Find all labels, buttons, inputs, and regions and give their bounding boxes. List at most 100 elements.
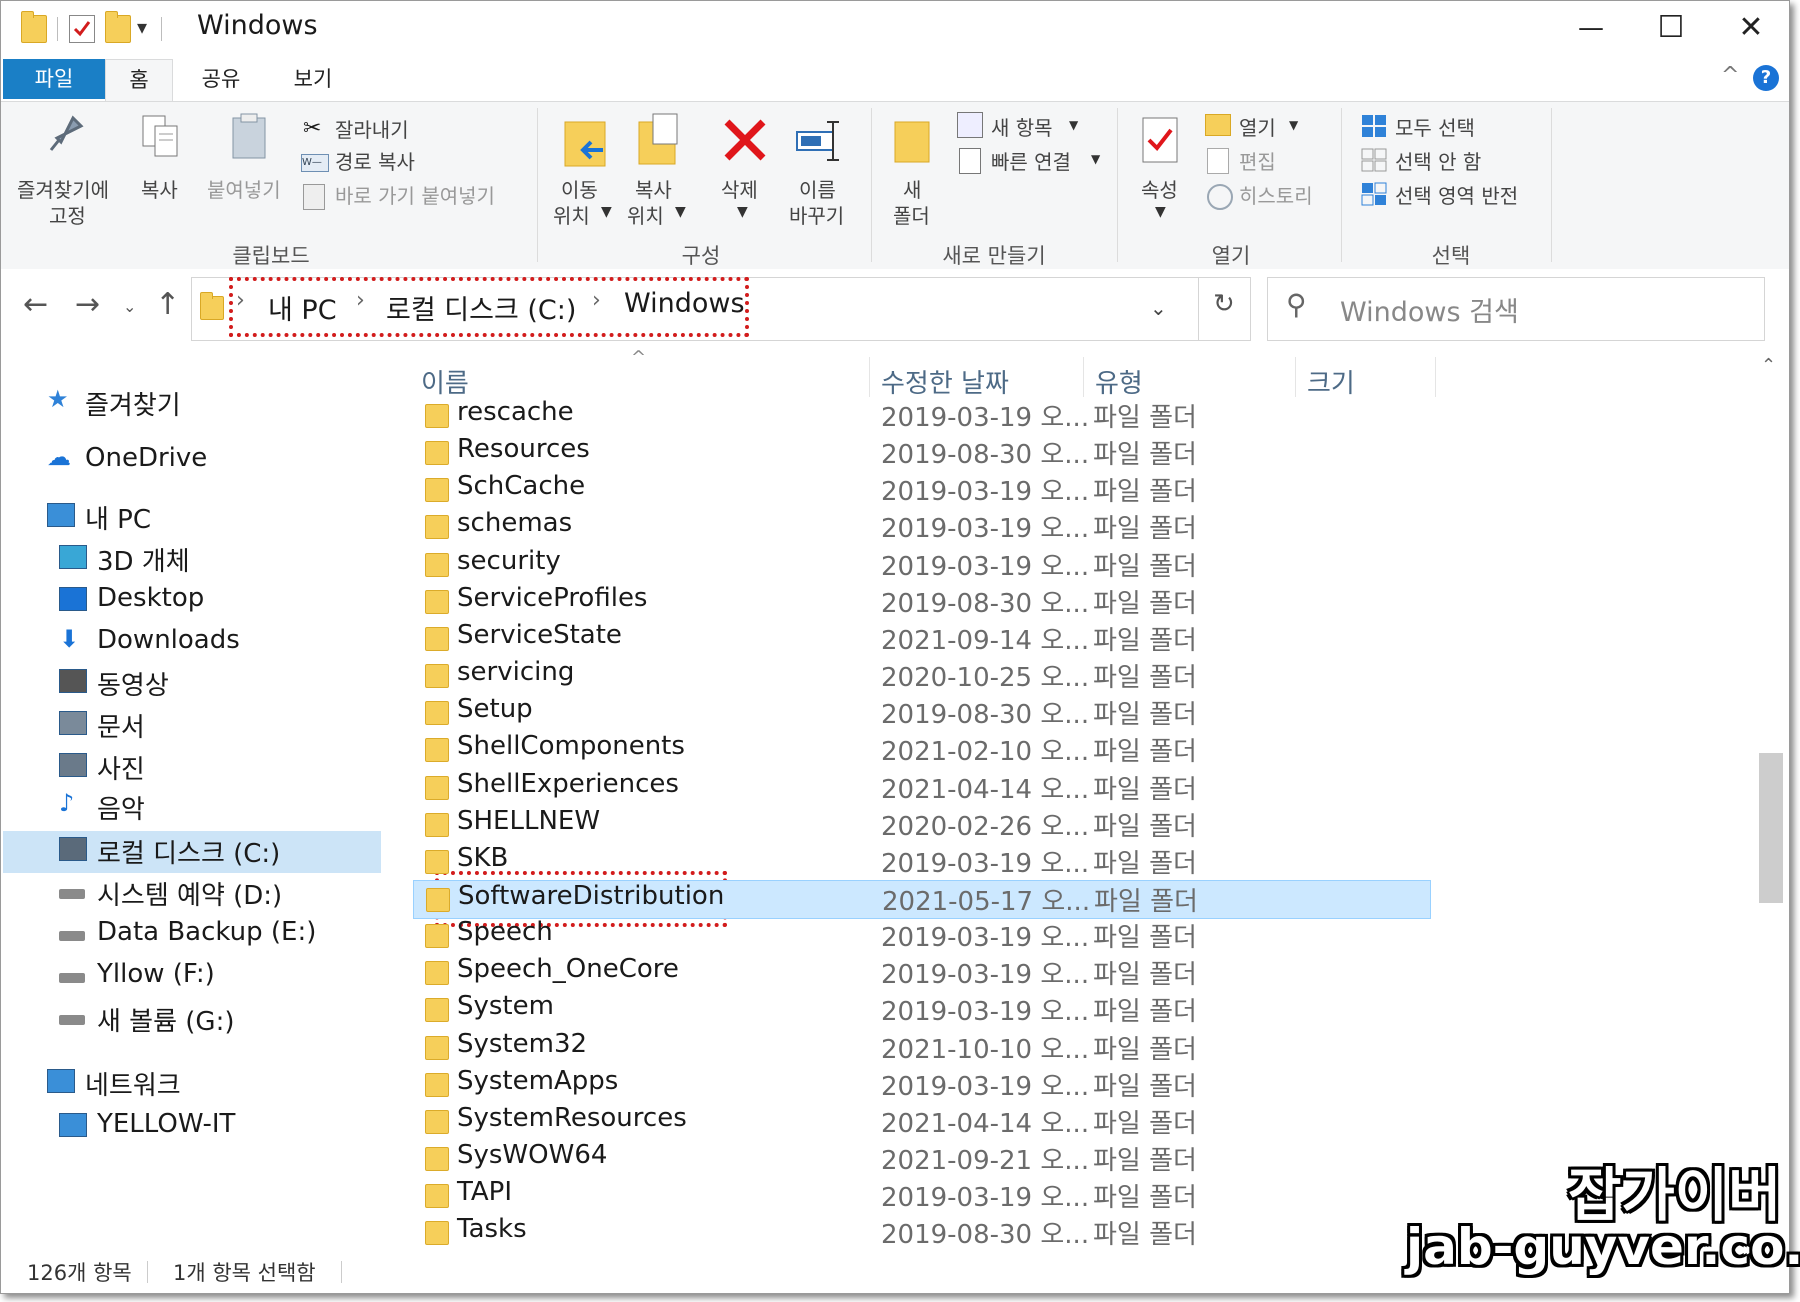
select-all-button[interactable]: 모두 선택 [1395, 112, 1475, 141]
properties-check-icon[interactable] [69, 15, 95, 43]
close-button[interactable]: ✕ [1711, 1, 1791, 55]
column-header-name[interactable]: 이름 [421, 363, 469, 400]
nav-item[interactable]: ⬇ Downloads [1, 623, 381, 663]
new-item-dropdown-icon[interactable]: ▼ [1069, 118, 1078, 132]
paste-button[interactable] [229, 112, 269, 160]
nav-item[interactable]: 네트워크 [1, 1063, 381, 1103]
file-row[interactable]: Setup 2019-08-30 오... 파일 폴더 [413, 694, 1429, 731]
file-row[interactable]: SystemResources 2021-04-14 오... 파일 폴더 [413, 1103, 1429, 1140]
copy-to-button[interactable] [637, 112, 683, 168]
nav-item[interactable]: 문서 [1, 705, 381, 745]
back-arrow-icon[interactable]: ← [23, 287, 48, 322]
properties-icon [1142, 117, 1178, 163]
column-header-size[interactable]: 크기 [1307, 363, 1355, 400]
refresh-button[interactable]: ↻ [1199, 277, 1249, 339]
collapse-ribbon-icon[interactable]: ^ [1721, 63, 1739, 88]
new-item-button[interactable]: 새 항목 [991, 112, 1053, 141]
scroll-up-icon[interactable]: ⌃ [1761, 355, 1776, 376]
file-row[interactable]: Speech 2019-03-19 오... 파일 폴더 [413, 917, 1429, 954]
address-dropdown-icon[interactable]: ⌄ [1150, 296, 1167, 320]
open-button[interactable]: 열기 [1239, 112, 1276, 141]
forward-arrow-icon[interactable]: → [75, 287, 100, 322]
file-row[interactable]: SHELLNEW 2020-02-26 오... 파일 폴더 [413, 806, 1429, 843]
nav-item[interactable]: 내 PC [1, 497, 381, 537]
nav-item[interactable]: 3D 개체 [1, 539, 381, 579]
pin-button[interactable] [47, 112, 85, 152]
nav-item[interactable]: YELLOW-IT [1, 1107, 381, 1147]
file-row[interactable]: SoftwareDistribution 2021-05-17 오... 파일 폴더 [413, 880, 1431, 919]
tab-home[interactable]: 홈 [105, 59, 173, 102]
properties-dropdown-icon[interactable]: ▼ [1155, 204, 1166, 220]
nav-item[interactable]: ★ 즐겨찾기 [1, 383, 381, 423]
nav-item[interactable]: 새 볼륨 (G:) [1, 999, 381, 1039]
delete-button[interactable] [721, 116, 769, 164]
scrollbar-thumb[interactable] [1759, 753, 1783, 903]
copy-path-button[interactable]: 경로 복사 [335, 146, 415, 175]
new-folder-icon[interactable] [105, 11, 131, 43]
nav-item[interactable]: Desktop [1, 581, 381, 621]
file-row[interactable]: TAPI 2019-03-19 오... 파일 폴더 [413, 1177, 1429, 1214]
nav-item[interactable]: Data Backup (E:) [1, 915, 381, 955]
file-row[interactable]: ShellComponents 2021-02-10 오... 파일 폴더 [413, 731, 1429, 768]
file-row[interactable]: Resources 2019-08-30 오... 파일 폴더 [413, 434, 1429, 471]
nav-item[interactable]: 사진 [1, 747, 381, 787]
copy-button[interactable] [141, 114, 179, 158]
invert-selection-icon [1361, 182, 1387, 206]
cut-button[interactable]: 잘라내기 [335, 114, 409, 143]
file-row[interactable]: servicing 2020-10-25 오... 파일 폴더 [413, 657, 1429, 694]
file-row[interactable]: SchCache 2019-03-19 오... 파일 폴더 [413, 471, 1429, 508]
easy-access-dropdown-icon[interactable]: ▼ [1091, 152, 1100, 166]
scissors-icon[interactable]: ✂ [303, 116, 321, 141]
file-row[interactable]: System32 2021-10-10 오... 파일 폴더 [413, 1029, 1429, 1066]
new-folder-button[interactable] [893, 118, 933, 163]
file-row[interactable]: Tasks 2019-08-30 오... 파일 폴더 [413, 1214, 1429, 1251]
tab-file[interactable]: 파일 [3, 59, 105, 99]
open-dropdown-icon[interactable]: ▼ [1289, 118, 1298, 132]
delete-dropdown-icon[interactable]: ▼ [737, 204, 748, 220]
open-folder-icon [1205, 114, 1231, 136]
file-row[interactable]: SysWOW64 2021-09-21 오... 파일 폴더 [413, 1140, 1429, 1177]
tab-share[interactable]: 공유 [181, 59, 261, 99]
edit-button[interactable]: 편집 [1239, 146, 1276, 175]
column-header-type[interactable]: 유형 [1095, 363, 1143, 400]
file-row[interactable]: SystemApps 2019-03-19 오... 파일 폴더 [413, 1066, 1429, 1103]
address-highlight-box [229, 277, 749, 337]
column-header-date[interactable]: 수정한 날짜 [881, 363, 1009, 400]
maximize-button[interactable]: ☐ [1631, 1, 1711, 55]
file-row[interactable]: SKB 2019-03-19 오... 파일 폴더 [413, 843, 1429, 880]
rename-button[interactable] [795, 118, 845, 164]
file-row[interactable]: security 2019-03-19 오... 파일 폴더 [413, 546, 1429, 583]
cloud-icon: ☁ [47, 443, 71, 471]
file-row[interactable]: ShellExperiences 2021-04-14 오... 파일 폴더 [413, 769, 1429, 806]
invert-selection-button[interactable]: 선택 영역 반전 [1395, 180, 1518, 209]
help-icon[interactable]: ? [1753, 65, 1779, 91]
nav-item[interactable]: ☁ OneDrive [1, 441, 381, 481]
file-row[interactable]: schemas 2019-03-19 오... 파일 폴더 [413, 508, 1429, 545]
file-row[interactable]: rescache 2019-03-19 오... 파일 폴더 [413, 397, 1429, 434]
history-button[interactable]: 히스토리 [1239, 180, 1313, 209]
nav-item[interactable]: 시스템 예약 (D:) [1, 873, 381, 913]
file-row[interactable]: System 2019-03-19 오... 파일 폴더 [413, 991, 1429, 1028]
nav-item[interactable]: ♪ 음악 [1, 787, 381, 827]
nav-item[interactable]: 동영상 [1, 663, 381, 703]
paste-shortcut-button[interactable]: 바로 가기 붙여넣기 [335, 180, 495, 209]
nav-item[interactable]: 로컬 디스크 (C:) [1, 831, 381, 871]
properties-button[interactable] [1141, 116, 1181, 164]
quick-access-dropdown-icon[interactable]: ▾ [137, 15, 147, 39]
move-to-dropdown-icon[interactable]: ▼ [601, 204, 612, 220]
file-row[interactable]: Speech_OneCore 2019-03-19 오... 파일 폴더 [413, 954, 1429, 991]
move-to-button[interactable] [563, 116, 607, 168]
up-arrow-icon[interactable]: ↑ [155, 287, 180, 322]
search-box[interactable]: ⚲ Windows 검색 [1267, 277, 1765, 341]
copy-to-dropdown-icon[interactable]: ▼ [675, 204, 686, 220]
recent-locations-icon[interactable]: ⌄ [123, 297, 136, 316]
nav-item[interactable]: Yllow (F:) [1, 957, 381, 997]
file-name: servicing [457, 657, 575, 687]
file-row[interactable]: ServiceProfiles 2019-08-30 오... 파일 폴더 [413, 583, 1429, 620]
file-row[interactable]: ServiceState 2021-09-14 오... 파일 폴더 [413, 620, 1429, 657]
minimize-button[interactable]: — [1551, 1, 1631, 55]
tab-view[interactable]: 보기 [273, 59, 353, 99]
file-name: ShellComponents [457, 731, 685, 761]
select-none-button[interactable]: 선택 안 함 [1395, 146, 1481, 175]
easy-access-button[interactable]: 빠른 연결 [991, 146, 1071, 175]
